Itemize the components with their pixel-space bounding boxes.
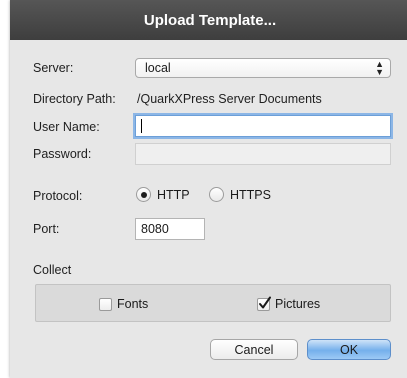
username-field[interactable] bbox=[135, 115, 391, 137]
directory-path-value: /QuarkXPress Server Documents bbox=[137, 92, 322, 106]
directory-path-label: Directory Path: bbox=[33, 92, 116, 106]
checkmark-icon bbox=[257, 296, 271, 311]
fonts-checkbox[interactable]: Fonts bbox=[99, 297, 148, 311]
up-down-arrows-icon: ▲ ▼ bbox=[375, 59, 384, 77]
dialog-title: Upload Template... bbox=[10, 0, 407, 40]
server-select[interactable]: local ▲ ▼ bbox=[135, 58, 391, 78]
protocol-https-radio[interactable]: HTTPS bbox=[209, 187, 271, 202]
collect-group: Fonts Pictures bbox=[35, 284, 391, 322]
pictures-checkbox[interactable]: Pictures bbox=[257, 296, 321, 311]
radio-selected-icon bbox=[136, 187, 151, 202]
protocol-http-label: HTTP bbox=[157, 187, 190, 202]
password-field[interactable] bbox=[135, 143, 391, 165]
checkbox-unchecked-icon bbox=[99, 297, 112, 311]
server-label: Server: bbox=[33, 61, 74, 75]
fonts-label: Fonts bbox=[117, 297, 149, 311]
ok-button[interactable]: OK bbox=[307, 339, 391, 360]
protocol-http-radio[interactable]: HTTP bbox=[136, 187, 190, 202]
port-field[interactable]: 8080 bbox=[135, 218, 205, 240]
username-label: User Name: bbox=[33, 120, 100, 134]
pictures-label: Pictures bbox=[275, 297, 321, 311]
port-label: Port: bbox=[33, 222, 60, 236]
text-cursor bbox=[141, 119, 142, 133]
cancel-button[interactable]: Cancel bbox=[210, 339, 298, 360]
port-value: 8080 bbox=[141, 222, 169, 236]
upload-template-dialog: Upload Template... Server: local ▲ ▼ Dire… bbox=[10, 0, 407, 378]
protocol-https-label: HTTPS bbox=[230, 187, 271, 202]
radio-unselected-icon bbox=[209, 187, 224, 202]
server-value: local bbox=[145, 61, 171, 75]
collect-label: Collect bbox=[33, 263, 72, 277]
protocol-label: Protocol: bbox=[33, 189, 83, 203]
password-label: Password: bbox=[33, 147, 92, 161]
